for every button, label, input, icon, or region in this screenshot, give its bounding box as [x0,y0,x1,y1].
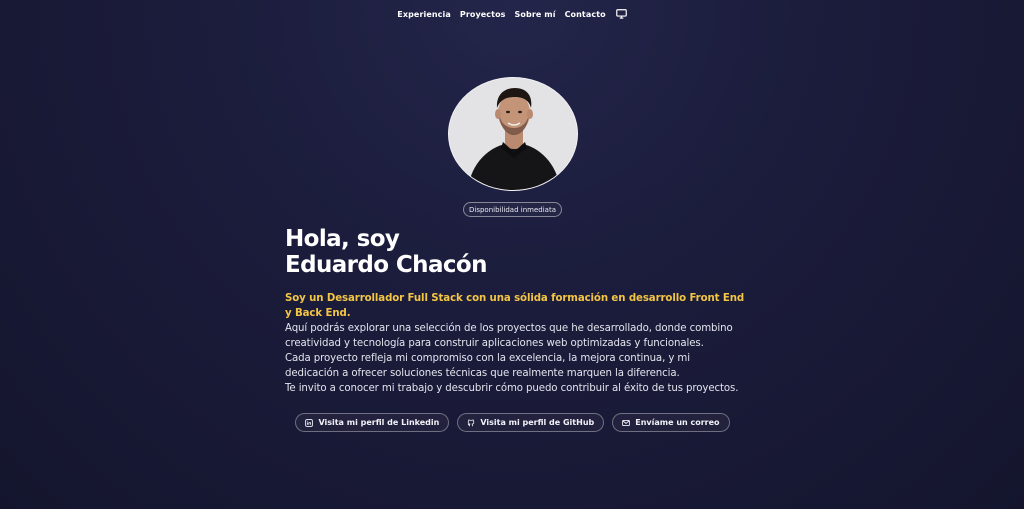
nav-link-experiencia[interactable]: Experiencia [397,10,451,19]
email-button[interactable]: Envíame un correo [612,413,730,432]
monitor-icon[interactable] [615,9,627,19]
title-line-greeting: Hola, soy [285,226,400,252]
nav-link-proyectos[interactable]: Proyectos [460,10,506,19]
mail-icon [622,419,631,426]
github-button-label: Visita mi perfil de GitHub [480,418,595,427]
availability-badge: Disponibilidad inmediata [463,202,562,217]
nav-link-sobre-mi[interactable]: Sobre mí [515,10,556,19]
bio-paragraph: Cada proyecto refleja mi compromiso con … [285,353,690,379]
linkedin-button[interactable]: Visita mi perfil de Linkedin [295,413,450,432]
github-button[interactable]: Visita mi perfil de GitHub [457,413,605,432]
bio-highlight: Soy un Desarrollador Full Stack con una … [285,293,745,319]
nav-link-contacto[interactable]: Contacto [565,10,606,19]
top-navigation: Experiencia Proyectos Sobre mí Contacto [0,0,1024,28]
github-icon [468,419,475,426]
linkedin-icon [305,418,314,427]
profile-photo [448,77,578,191]
bio-paragraph: Aquí podrás explorar una selección de lo… [285,323,733,349]
title-line-name: Eduardo Chacón [285,252,487,278]
bio-paragraph: Te invito a conocer mi trabajo y descubr… [285,383,739,394]
email-button-label: Envíame un correo [635,418,720,427]
contact-actions: Visita mi perfil de Linkedin Visita mi p… [0,413,1024,432]
bio-section: Soy un Desarrollador Full Stack con una … [285,291,745,396]
page-title: Hola, soy Eduardo Chacón [285,226,745,278]
linkedin-button-label: Visita mi perfil de Linkedin [318,418,440,427]
